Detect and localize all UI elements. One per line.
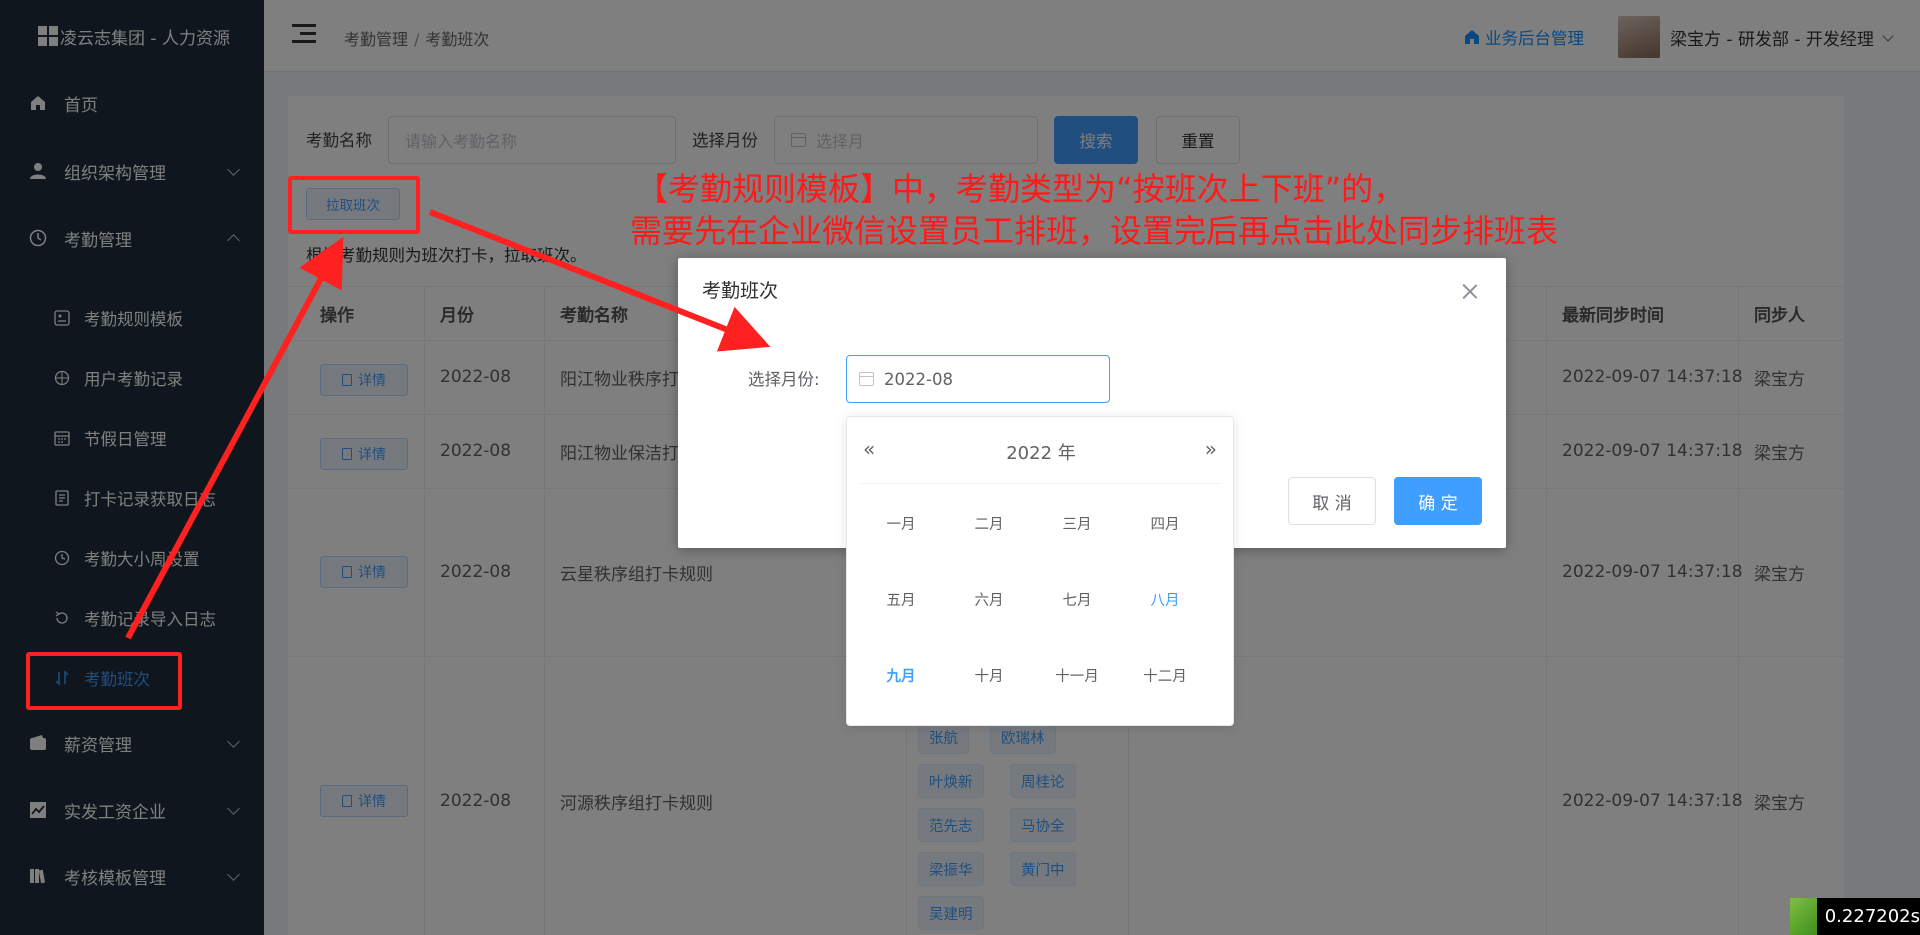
month-cell[interactable]: 六月 xyxy=(949,589,1029,610)
month-picker-input[interactable]: 2022-08 xyxy=(846,355,1110,403)
annotation-text-line1: 【考勤规则模板】中，考勤类型为“按班次上下班”的， xyxy=(636,170,1406,208)
confirm-button[interactable]: 确 定 xyxy=(1394,477,1482,525)
month-cell[interactable]: 七月 xyxy=(1037,589,1117,610)
picker-year[interactable]: 2022 年 xyxy=(847,439,1235,465)
month-cell[interactable]: 一月 xyxy=(861,513,941,534)
month-cell[interactable]: 五月 xyxy=(861,589,941,610)
leaf-icon xyxy=(1790,898,1817,935)
month-cell[interactable]: 十一月 xyxy=(1037,665,1117,686)
annotation-box-shifts xyxy=(26,652,182,710)
dialog-title: 考勤班次 xyxy=(702,280,779,302)
annotation-box-pull xyxy=(288,176,420,234)
month-cell[interactable]: 四月 xyxy=(1125,513,1205,534)
cancel-button[interactable]: 取 消 xyxy=(1288,477,1376,525)
month-cell[interactable]: 十二月 xyxy=(1125,665,1205,686)
month-value: 2022-08 xyxy=(884,369,953,389)
month-field-label: 选择月份: xyxy=(748,370,820,389)
timer-value: 0.227202s xyxy=(1824,906,1920,927)
next-year-icon[interactable]: » xyxy=(1205,437,1217,461)
month-cell[interactable]: 三月 xyxy=(1037,513,1117,534)
month-cell[interactable]: 八月 xyxy=(1125,589,1205,610)
close-icon[interactable] xyxy=(1462,284,1478,300)
annotation-text-line2: 需要先在企业微信设置员工排班，设置完后再点击此处同步排班表 xyxy=(630,212,1559,250)
month-cell[interactable]: 二月 xyxy=(949,513,1029,534)
calendar-icon xyxy=(859,372,874,386)
month-picker-popup: « 2022 年 » 一月 二月 三月 四月 五月 六月 七月 八月 九月 十月 十一月 十二月 xyxy=(846,416,1234,726)
month-cell[interactable]: 十月 xyxy=(949,665,1029,686)
timer-badge: 0.227202s xyxy=(1790,898,1920,935)
month-cell[interactable]: 九月 xyxy=(861,665,941,686)
